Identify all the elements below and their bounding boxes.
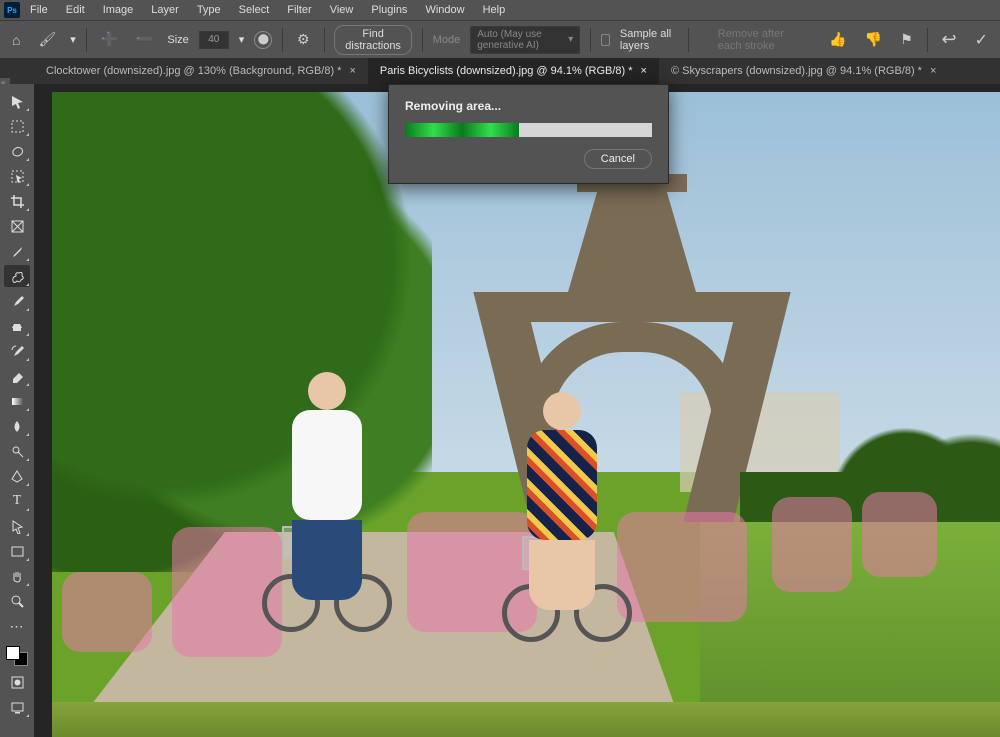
subtract-from-selection-icon[interactable]: ➖ — [132, 29, 157, 50]
removal-mask — [862, 492, 937, 577]
chevron-down-icon: ▾ — [568, 34, 573, 45]
screen-mode-icon[interactable] — [4, 696, 30, 718]
document-tab[interactable]: © Skyscrapers (downsized).jpg @ 94.1% (R… — [659, 58, 948, 84]
photo-person — [272, 372, 382, 600]
home-icon[interactable]: ⌂ — [8, 30, 24, 50]
tab-label: Clocktower (downsized).jpg @ 130% (Backg… — [46, 65, 341, 77]
photo-foreground — [52, 702, 1000, 737]
tab-label: © Skyscrapers (downsized).jpg @ 94.1% (R… — [671, 65, 922, 77]
removal-mask — [62, 572, 152, 652]
color-swatches[interactable] — [4, 644, 30, 668]
thumbs-up-icon[interactable]: 👍 — [825, 29, 850, 50]
add-to-selection-icon[interactable]: ➕ — [96, 29, 121, 50]
healing-brush-tool-icon[interactable] — [4, 265, 30, 287]
mode-label: Mode — [433, 34, 461, 46]
path-select-tool-icon[interactable] — [4, 515, 30, 537]
pen-tool-icon[interactable] — [4, 465, 30, 487]
zoom-tool-icon[interactable] — [4, 590, 30, 612]
divider — [688, 28, 689, 52]
divider — [590, 28, 591, 52]
eraser-tool-icon[interactable] — [4, 365, 30, 387]
edit-toolbar-icon[interactable]: ⋯ — [4, 615, 30, 637]
chevron-down-icon[interactable]: ▾ — [70, 33, 76, 46]
document-canvas[interactable] — [52, 92, 1000, 737]
document-tabs: Clocktower (downsized).jpg @ 130% (Backg… — [0, 58, 1000, 84]
eyedropper-tool-icon[interactable] — [4, 240, 30, 262]
document-tab[interactable]: Clocktower (downsized).jpg @ 130% (Backg… — [34, 58, 368, 84]
thumbs-down-icon[interactable]: 👎 — [861, 29, 886, 50]
flag-icon[interactable]: ⚑ — [896, 29, 917, 50]
chevron-down-icon[interactable]: ▾ — [239, 33, 245, 46]
divider — [324, 28, 325, 52]
progress-bar — [405, 123, 652, 137]
progress-dialog: Removing area... Cancel — [388, 84, 669, 184]
divider — [282, 28, 283, 52]
divider — [927, 28, 928, 52]
divider — [422, 28, 423, 52]
sample-all-layers-label: Sample all layers — [620, 28, 678, 52]
mode-dropdown[interactable]: Auto (May use generative AI) ▾ — [470, 26, 580, 54]
remove-after-stroke-checkbox[interactable] — [699, 34, 708, 46]
type-tool-icon[interactable]: T — [4, 490, 30, 512]
object-select-tool-icon[interactable] — [4, 165, 30, 187]
app-logo-icon: Ps — [4, 2, 20, 18]
menu-view[interactable]: View — [322, 2, 362, 18]
progress-bar-fill — [405, 123, 519, 137]
photo-person — [507, 392, 617, 610]
lasso-tool-icon[interactable] — [4, 140, 30, 162]
menu-type[interactable]: Type — [189, 2, 229, 18]
move-tool-icon[interactable] — [4, 90, 30, 112]
menu-window[interactable]: Window — [417, 2, 472, 18]
menu-edit[interactable]: Edit — [58, 2, 93, 18]
blur-tool-icon[interactable] — [4, 415, 30, 437]
close-icon[interactable]: × — [930, 65, 936, 77]
divider — [86, 28, 87, 52]
menu-select[interactable]: Select — [231, 2, 278, 18]
gradient-tool-icon[interactable] — [4, 390, 30, 412]
marquee-tool-icon[interactable] — [4, 115, 30, 137]
remove-after-stroke-label: Remove after each stroke — [718, 28, 806, 52]
sample-all-layers-checkbox[interactable] — [601, 34, 610, 46]
menu-file[interactable]: File — [22, 2, 56, 18]
crop-tool-icon[interactable] — [4, 190, 30, 212]
gear-icon[interactable]: ⚙ — [293, 29, 314, 50]
brush-preview-icon[interactable]: ⬤ — [254, 31, 272, 49]
clone-stamp-tool-icon[interactable] — [4, 315, 30, 337]
quick-mask-icon[interactable] — [4, 671, 30, 693]
brush-tool-icon[interactable] — [4, 290, 30, 312]
find-distractions-button[interactable]: Find distractions — [334, 25, 412, 55]
hand-tool-icon[interactable] — [4, 565, 30, 587]
fg-color-swatch[interactable] — [6, 646, 20, 660]
rectangle-tool-icon[interactable] — [4, 540, 30, 562]
document-tab[interactable]: Paris Bicyclists (downsized).jpg @ 94.1%… — [368, 58, 659, 84]
tool-strip: T ⋯ — [0, 84, 34, 737]
dodge-tool-icon[interactable] — [4, 440, 30, 462]
tab-label: Paris Bicyclists (downsized).jpg @ 94.1%… — [380, 65, 633, 77]
dialog-title: Removing area... — [405, 99, 652, 113]
cancel-button[interactable]: Cancel — [584, 149, 652, 169]
frame-tool-icon[interactable] — [4, 215, 30, 237]
menu-filter[interactable]: Filter — [279, 2, 319, 18]
menu-help[interactable]: Help — [475, 2, 514, 18]
options-bar: ⌂ 🖌 ▾ ➕ ➖ Size ▾ ⬤ ⚙ Find distractions M… — [0, 20, 1000, 58]
menu-plugins[interactable]: Plugins — [363, 2, 415, 18]
size-label: Size — [167, 34, 188, 46]
commit-icon[interactable]: ✓ — [971, 28, 992, 52]
menu-image[interactable]: Image — [95, 2, 142, 18]
removal-mask — [772, 497, 852, 592]
undo-icon[interactable]: ↩ — [938, 27, 961, 52]
close-icon[interactable]: × — [641, 65, 647, 77]
mode-value: Auto (May use generative AI) — [477, 29, 564, 51]
tool-preset-icon[interactable]: 🖌 — [34, 29, 60, 50]
history-brush-tool-icon[interactable] — [4, 340, 30, 362]
size-input[interactable] — [199, 31, 229, 49]
menu-bar: Ps File Edit Image Layer Type Select Fil… — [0, 0, 1000, 20]
menu-layer[interactable]: Layer — [143, 2, 187, 18]
close-icon[interactable]: × — [349, 65, 355, 77]
